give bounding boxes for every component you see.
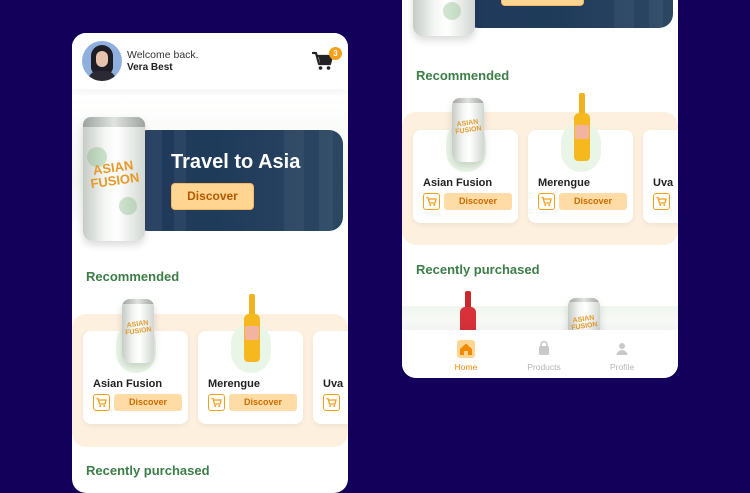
app-header: Welcome back. Vera Best 3 [72,33,348,89]
add-to-cart-button[interactable] [538,193,555,210]
add-to-cart-button[interactable] [93,394,110,411]
product-card[interactable]: ASIAN FUSION Asian Fusion Discover [413,98,518,223]
cart-count-badge: 3 [329,47,342,60]
welcome-text: Welcome back. [127,49,199,61]
hero-can-image: ASIAN FUSION [83,117,145,241]
product-name: Merengue [208,378,260,390]
product-name: Asian Fusion [93,378,163,390]
avatar[interactable] [82,41,122,81]
product-discover-button[interactable]: Discover [444,193,512,210]
cart-icon [326,397,337,407]
product-name: Uva [323,378,344,390]
product-discover-button[interactable]: Discover [559,193,627,210]
cart-icon [211,397,222,407]
product-card[interactable]: Uva [643,130,678,223]
nav-products[interactable]: Products [514,330,574,378]
user-icon [613,340,631,358]
product-image-can: ASIAN FUSION [122,299,154,363]
section-title-recommended: Recommended [414,68,512,83]
bag-icon [535,340,553,358]
section-title-recently-purchased: Recently purchased [84,463,212,478]
product-name: Uva [653,177,674,189]
product-name: Asian Fusion [423,177,493,189]
hero-discover-button[interactable]: Discover [171,183,254,210]
product-name: Merengue [538,177,590,189]
product-card[interactable]: Uva [313,331,348,424]
product-discover-button[interactable]: Discover [229,394,297,411]
section-title-recommended: Recommended [84,269,182,284]
product-card[interactable]: Merengue Discover [198,294,303,424]
cart-icon [541,196,552,206]
nav-label-products: Products [527,362,561,372]
add-to-cart-button[interactable] [423,193,440,210]
cart-icon [96,397,107,407]
add-to-cart-button[interactable] [208,394,225,411]
hero-can-image [413,0,475,36]
product-image-bottle [243,294,261,364]
nav-label-profile: Profile [609,362,635,372]
nav-profile[interactable]: Profile [592,330,652,378]
bottom-nav: Home Products Profile [402,330,678,378]
hero-title: Travel to Asia [171,151,301,173]
add-to-cart-button[interactable] [653,193,670,210]
hero-banner[interactable] [134,130,343,231]
home-icon [457,340,475,358]
product-image-can: ASIAN FUSION [452,98,484,162]
product-card[interactable]: Merengue Discover [528,93,633,223]
nav-home[interactable]: Home [436,330,496,378]
product-discover-button[interactable]: Discover [114,394,182,411]
phone-screen-home: Welcome back. Vera Best 3 Travel to Asia… [72,33,348,493]
can-label-text: ASIAN FUSION [89,157,141,192]
hero-discover-button[interactable] [501,0,584,6]
add-to-cart-button[interactable] [323,394,340,411]
product-image-bottle [573,93,591,163]
nav-label-home: Home [454,362,478,372]
cart-icon [426,196,437,206]
user-name: Vera Best [127,62,173,73]
cart-icon [656,196,667,206]
section-title-recently-purchased: Recently purchased [414,262,542,277]
product-card[interactable]: ASIAN FUSION Asian Fusion Discover [83,299,188,424]
phone-screen-home-scrolled: Recommended ASIAN FUSION Asian Fusion Di… [402,0,678,378]
